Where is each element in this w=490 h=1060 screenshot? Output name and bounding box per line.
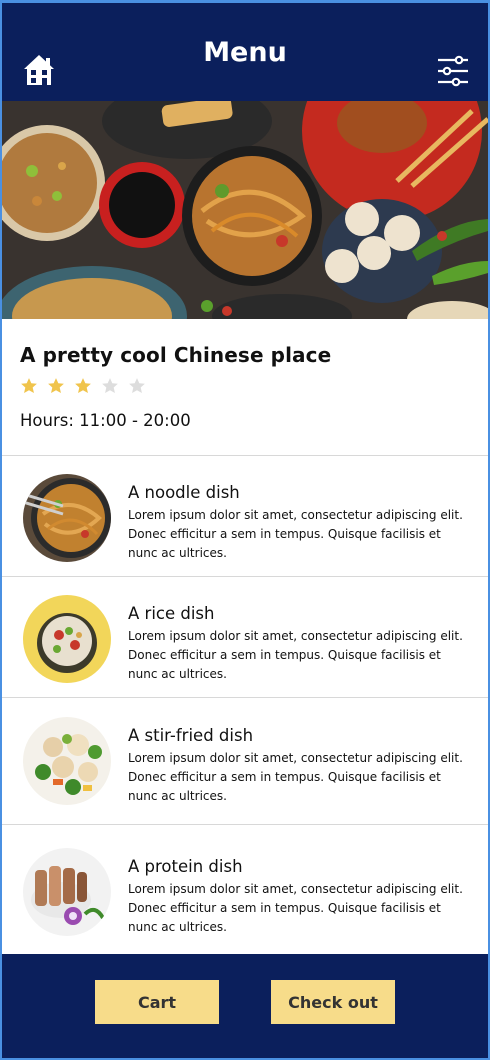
home-button[interactable] [22,53,56,87]
dish-description: Lorem ipsum dolor sit amet, consectetur … [128,882,463,934]
dish-item[interactable]: A stir-fried dish Lorem ipsum dolor sit … [2,698,488,825]
star-filled-icon [75,378,91,394]
dish-description: Lorem ipsum dolor sit amet, consectetur … [128,751,463,803]
restaurant-info: A pretty cool Chinese place Hours: 11:00… [2,319,488,456]
restaurant-name: A pretty cool Chinese place [20,343,332,367]
dish-item[interactable]: A protein dish Lorem ipsum dolor sit ame… [2,825,488,954]
dish-description: Lorem ipsum dolor sit amet, consectetur … [128,629,463,681]
dish-item[interactable]: A rice dish Lorem ipsum dolor sit amet, … [2,577,488,698]
star-empty-icon [102,378,118,394]
checkout-button[interactable]: Check out [271,980,395,1024]
dish-thumbnail [23,595,111,683]
opening-hours: Hours: 11:00 - 20:00 [20,411,191,430]
dish-thumbnail [23,474,111,562]
dish-title: A stir-fried dish [128,726,254,745]
dish-thumbnail [23,717,111,805]
dish-item[interactable]: A noodle dish Lorem ipsum dolor sit amet… [2,456,488,577]
rating-stars [20,377,146,395]
header-bar: Menu [2,3,488,101]
sliders-icon [438,55,468,87]
star-filled-icon [21,378,37,394]
star-filled-icon [48,378,64,394]
dish-title: A noodle dish [128,483,240,502]
dish-title: A rice dish [128,604,215,623]
filter-button[interactable] [436,55,470,87]
star-empty-icon [129,378,145,394]
cart-button[interactable]: Cart [95,980,219,1024]
footer-bar: Cart Check out [2,954,488,1058]
dish-title: A protein dish [128,857,243,876]
dish-thumbnail [23,848,111,936]
dish-description: Lorem ipsum dolor sit amet, consectetur … [128,508,463,560]
page-title: Menu [203,36,287,68]
hero-image [2,101,488,319]
app-frame: Menu A pretty cool Chinese place Hours: … [0,0,490,1060]
home-icon [24,55,54,85]
